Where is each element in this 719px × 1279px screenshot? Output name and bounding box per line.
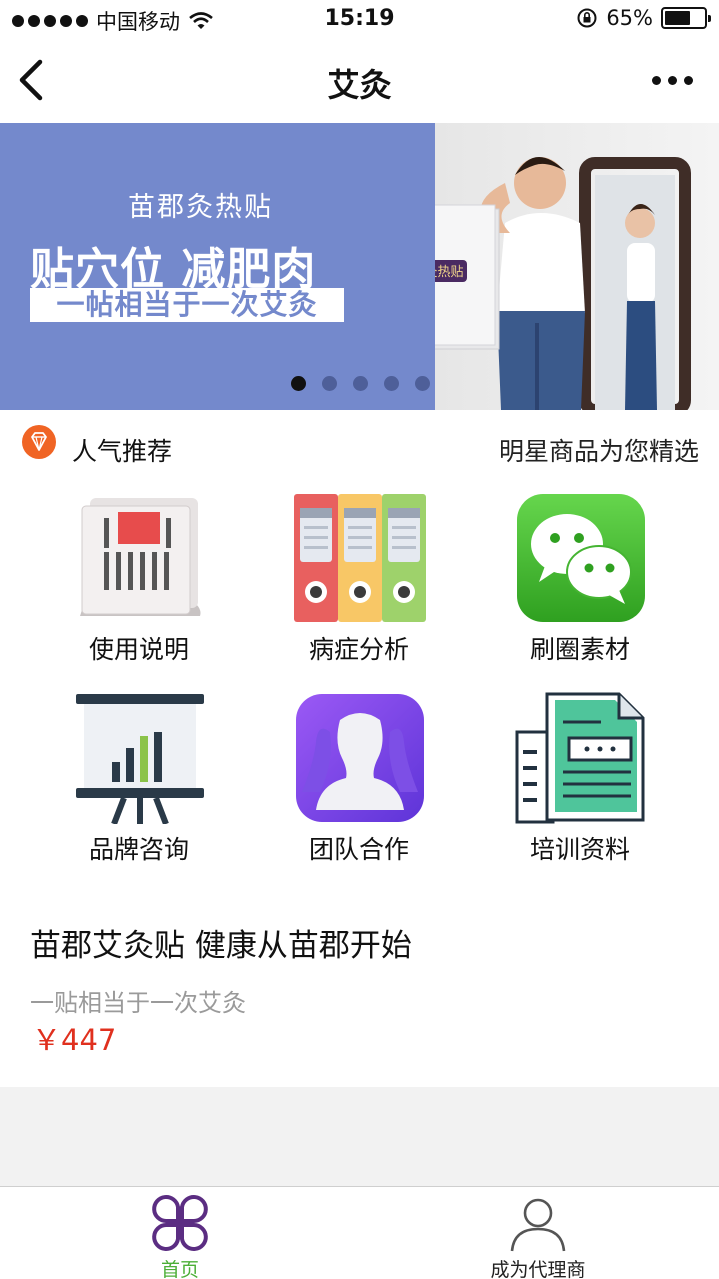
newspaper-icon: [80, 498, 201, 616]
status-right: 65%: [576, 6, 711, 30]
tab-bar: 首页 成为代理商: [0, 1186, 719, 1279]
nav-bar: 艾灸: [0, 40, 719, 123]
grid-item-label: 病症分析: [308, 635, 409, 664]
product-subtitle: 一贴相当于一次艾灸: [30, 989, 246, 1017]
grid-item-label: 品牌咨询: [88, 835, 189, 864]
grid-item-instructions[interactable]: 使用说明: [29, 492, 249, 692]
grid-item-moments-material[interactable]: 刷圈素材: [470, 492, 690, 692]
binders-icon: [294, 494, 426, 622]
banner-illustration: 苗郡灸热贴: [364, 156, 691, 410]
banner-photo: 苗郡灸热贴: [364, 123, 719, 410]
person-icon: [510, 1198, 566, 1252]
grid-item-team-cooperation[interactable]: 团队合作: [249, 692, 469, 892]
product-title[interactable]: 苗郡艾灸贴 健康从苗郡开始: [30, 920, 412, 965]
carousel-dot[interactable]: [353, 376, 368, 391]
promo-banner[interactable]: 苗郡灸热贴 苗郡灸热贴 贴穴位 减肥肉 一帖相当于一次艾灸: [0, 123, 719, 410]
battery-icon: [661, 7, 711, 29]
box-label: 苗郡灸热贴: [435, 265, 464, 280]
content-area: 人气推荐 明星商品为您精选 使用说明 病症分析 刷圈素材 品牌咨询 团队合作 培…: [0, 410, 719, 1087]
grid-item-training-material[interactable]: 培训资料: [470, 692, 690, 892]
clover-home-icon: [152, 1195, 208, 1251]
grid-item-analysis[interactable]: 病症分析: [249, 492, 469, 692]
team-profile-icon: [296, 694, 424, 822]
orientation-lock-icon: [577, 8, 597, 28]
tab-become-agent[interactable]: 成为代理商: [438, 1187, 638, 1279]
carousel-dot[interactable]: [415, 376, 430, 391]
carousel-dot[interactable]: [322, 376, 337, 391]
grid-item-label: 培训资料: [529, 835, 630, 864]
presentation-chart-icon: [76, 694, 204, 824]
grid-item-label: 团队合作: [308, 835, 409, 864]
wechat-icon: [517, 494, 645, 622]
battery-level-fill: [665, 11, 690, 25]
tab-home-label: 首页: [160, 1259, 199, 1279]
carousel-dots[interactable]: [291, 376, 430, 391]
grid-item-label: 使用说明: [88, 635, 189, 664]
diamond-icon: [22, 425, 56, 459]
document-building-icon: [515, 692, 645, 824]
banner-brand: 苗郡灸热贴: [128, 192, 273, 223]
tab-home[interactable]: 首页: [80, 1187, 280, 1279]
section-hint: 明星商品为您精选: [498, 437, 699, 466]
banner-subline: 一帖相当于一次艾灸: [30, 288, 344, 322]
section-header: 人气推荐 明星商品为您精选: [0, 410, 719, 486]
page-title: 艾灸: [327, 66, 392, 104]
carousel-dot[interactable]: [384, 376, 399, 391]
tab-agent-label: 成为代理商: [490, 1259, 586, 1279]
product-price: ￥447: [32, 1023, 117, 1057]
status-bar: 中国移动 15:19 65%: [0, 0, 719, 40]
grid-item-label: 刷圈素材: [529, 635, 630, 664]
carousel-dot[interactable]: [291, 376, 306, 391]
grid-item-brand-consult[interactable]: 品牌咨询: [29, 692, 249, 892]
battery-percent: 65%: [606, 6, 653, 30]
section-title: 人气推荐: [72, 437, 173, 466]
more-dots-icon[interactable]: [652, 76, 693, 85]
